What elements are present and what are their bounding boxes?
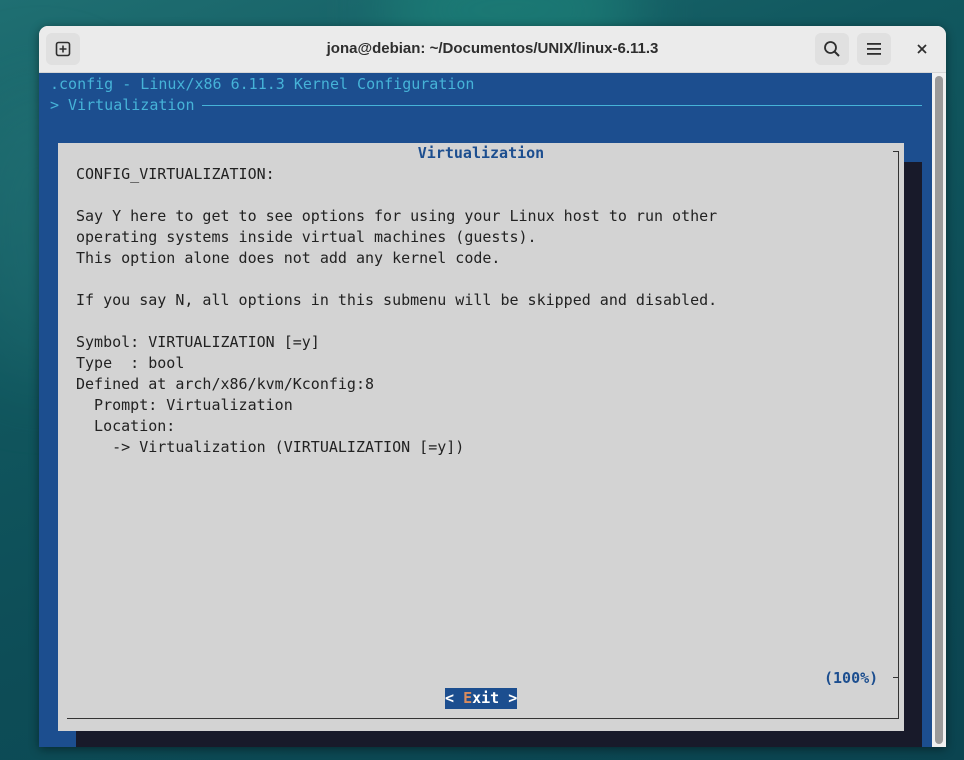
exit-button[interactable]: < Exit > <box>445 688 517 709</box>
terminal-area[interactable]: .config - Linux/x86 6.11.3 Kernel Config… <box>39 73 932 747</box>
config-header: .config - Linux/x86 6.11.3 Kernel Config… <box>50 75 475 93</box>
search-icon <box>824 41 840 57</box>
dialog-frame <box>898 151 899 719</box>
dialog-title: Virtualization <box>417 144 545 162</box>
scroll-percentage: (100%) <box>824 669 879 687</box>
exit-button-label: xit > <box>472 689 518 707</box>
new-tab-button[interactable] <box>46 33 80 65</box>
dialog-frame <box>67 718 899 719</box>
dialog-frame <box>893 677 899 678</box>
help-dialog: Virtualization CONFIG_VIRTUALIZATION: Sa… <box>58 143 904 731</box>
help-text-line: operating systems inside virtual machine… <box>76 228 537 246</box>
new-tab-icon <box>55 41 71 57</box>
search-button[interactable] <box>815 33 849 65</box>
help-text-line: -> Virtualization (VIRTUALIZATION [=y]) <box>76 438 465 456</box>
help-text-line: If you say N, all options in this submen… <box>76 291 718 309</box>
title-bar: jona@debian: ~/Documentos/UNIX/linux-6.1… <box>39 26 946 73</box>
terminal-window: jona@debian: ~/Documentos/UNIX/linux-6.1… <box>39 26 946 747</box>
help-text-line: Location: <box>76 417 176 435</box>
help-text-line: Type : bool <box>76 354 185 372</box>
exit-button-prefix: < <box>445 689 464 707</box>
header-divider <box>202 105 922 106</box>
window-title: jona@debian: ~/Documentos/UNIX/linux-6.1… <box>326 40 659 57</box>
help-text-line: Say Y here to get to see options for usi… <box>76 207 718 225</box>
terminal-scrollbar[interactable] <box>932 73 946 747</box>
menu-breadcrumb: > Virtualization <box>50 96 195 114</box>
menu-button[interactable] <box>857 33 891 65</box>
close-icon <box>917 44 927 54</box>
help-text-line: Defined at arch/x86/kvm/Kconfig:8 <box>76 375 375 393</box>
scrollbar-thumb[interactable] <box>935 76 943 744</box>
help-text-line: Prompt: Virtualization <box>76 396 293 414</box>
exit-button-hotkey: E <box>463 689 473 707</box>
close-button[interactable] <box>905 33 939 65</box>
help-text-line: This option alone does not add any kerne… <box>76 249 501 267</box>
help-text-line: CONFIG_VIRTUALIZATION: <box>76 165 275 183</box>
help-text-line: Symbol: VIRTUALIZATION [=y] <box>76 333 320 351</box>
hamburger-menu-icon <box>867 43 881 55</box>
